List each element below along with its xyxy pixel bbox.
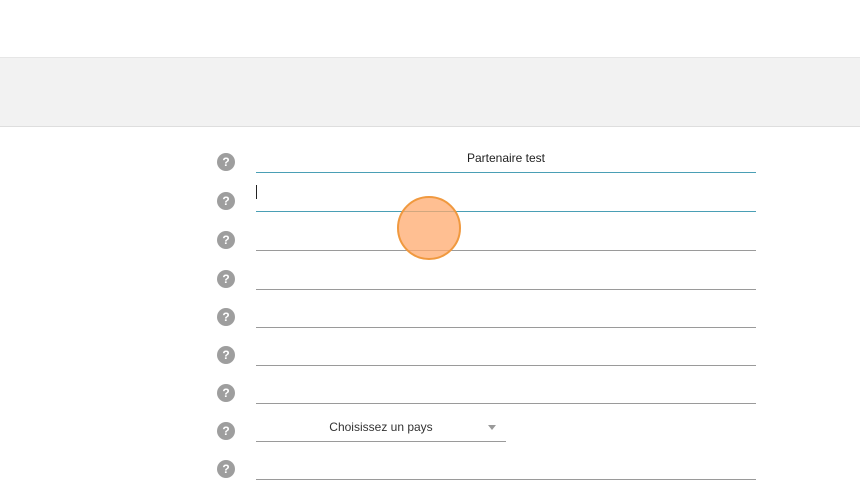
help-icon[interactable]: ? xyxy=(217,270,235,288)
help-icon[interactable]: ? xyxy=(217,384,235,402)
chevron-down-icon xyxy=(488,425,496,430)
text-input-4[interactable] xyxy=(256,260,756,290)
top-area xyxy=(0,0,860,57)
country-select-value: Choisissez un pays xyxy=(329,420,433,434)
text-input-6[interactable] xyxy=(256,336,756,366)
text-input-2[interactable] xyxy=(256,182,756,212)
text-input-9[interactable] xyxy=(256,450,756,480)
help-icon[interactable]: ? xyxy=(217,308,235,326)
partner-form: ? ? ? ? ? ? ? ? Choisissez un pays xyxy=(0,126,860,480)
touch-indicator xyxy=(397,196,461,260)
country-select[interactable]: Choisissez un pays xyxy=(256,412,506,442)
partner-name-input[interactable] xyxy=(256,143,756,173)
text-input-3[interactable] xyxy=(256,221,756,251)
text-caret xyxy=(256,185,257,199)
header-band xyxy=(0,57,860,127)
help-icon[interactable]: ? xyxy=(217,346,235,364)
help-icon[interactable]: ? xyxy=(217,153,235,171)
help-icon[interactable]: ? xyxy=(217,422,235,440)
help-icon[interactable]: ? xyxy=(217,192,235,210)
text-input-7[interactable] xyxy=(256,374,756,404)
form-row-9: ? xyxy=(217,450,757,498)
help-icon[interactable]: ? xyxy=(217,231,235,249)
help-icon[interactable]: ? xyxy=(217,460,235,478)
text-input-5[interactable] xyxy=(256,298,756,328)
